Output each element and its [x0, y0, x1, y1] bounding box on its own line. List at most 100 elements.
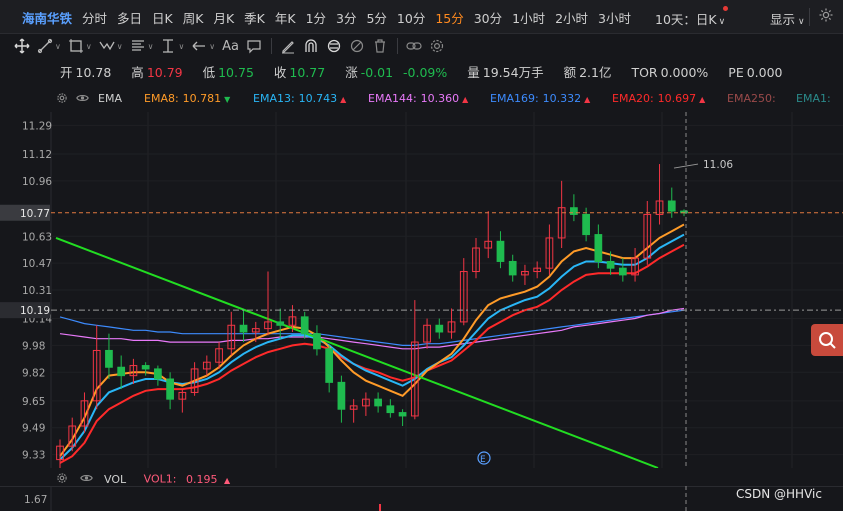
up-arrow-icon: ▲ [223, 475, 231, 485]
candle-body [141, 365, 150, 370]
candle-body [386, 405, 395, 414]
period-tab[interactable]: 30分 [469, 8, 507, 27]
sync-icon[interactable] [326, 35, 342, 57]
link-icon[interactable] [406, 35, 422, 57]
price-tick-label: 10.96 [22, 176, 52, 188]
line-tool-icon[interactable]: ∨ [37, 35, 61, 57]
fib-tool-icon[interactable]: ∨ [130, 35, 153, 57]
search-button[interactable] [811, 324, 843, 356]
ema-label: EMA169: [490, 92, 539, 105]
period-tab[interactable]: 15分 [430, 8, 468, 27]
display-menu-label: 显示 [770, 12, 796, 27]
price-tick-label: 10.47 [22, 258, 52, 270]
candle [435, 318, 444, 339]
period-tab[interactable]: 5分 [361, 8, 391, 27]
measure-tool-icon[interactable]: ∨ [160, 35, 184, 57]
candle-body [239, 324, 248, 333]
pen-icon[interactable] [280, 35, 296, 57]
period-tab[interactable]: 2小时 [550, 8, 593, 27]
period-tab[interactable]: 周K [178, 8, 209, 27]
ema-label: EMA1: [796, 92, 831, 105]
range-select[interactable]: 10天：日K ∨ [655, 9, 725, 28]
eye-icon[interactable] [76, 92, 89, 107]
settings-icon[interactable] [429, 35, 445, 57]
candle [349, 399, 358, 423]
period-tab[interactable]: 年K [270, 8, 301, 27]
eye-icon[interactable] [79, 472, 93, 487]
up-arrow-icon: ▲ [462, 95, 469, 104]
candle [667, 187, 676, 218]
gear-icon[interactable] [56, 92, 68, 107]
price-chart[interactable]: 11.2911.1210.9610.6310.4710.3110.149.989… [0, 112, 843, 468]
ema-title: EMA [98, 92, 122, 105]
price-tick-label: 9.82 [22, 367, 45, 379]
gear-icon[interactable] [817, 7, 835, 25]
price-tick-label: 10.63 [22, 231, 52, 243]
candle-body [374, 398, 382, 407]
price-tick-label: 11.29 [22, 120, 52, 132]
candle [117, 355, 126, 390]
ema-value: 10.332 [542, 92, 582, 105]
period-tab[interactable]: 日K [147, 8, 178, 27]
candle-body [117, 366, 126, 377]
chevron-down-icon: ∨ [55, 41, 61, 51]
low-label: 低 [202, 65, 216, 80]
candle-body [594, 234, 603, 262]
candle-body [606, 260, 615, 269]
candle [459, 258, 468, 326]
period-tabs: 海南华铁 分时 多日 日K 周K 月K 季K 年K 1分 3分 5分 10分 15分 30分 1小时 2小时 3… [0, 0, 636, 34]
delete-icon[interactable] [372, 35, 388, 57]
period-tab[interactable]: 月K [208, 8, 239, 27]
up-arrow-icon: ▲ [584, 95, 591, 104]
comment-tool-icon[interactable] [246, 35, 262, 57]
rect-tool-icon[interactable]: ∨ [68, 35, 92, 57]
period-tab[interactable]: 分时 [77, 8, 112, 27]
ema-legend-item: EMA20: 10.697 ▲ [612, 92, 705, 105]
volume-chart: 1.67 [0, 486, 843, 511]
period-tab[interactable]: 1分 [301, 8, 331, 27]
candle-body [570, 207, 578, 215]
period-tab[interactable]: 3分 [331, 8, 361, 27]
price-tick-label: 9.65 [22, 396, 45, 408]
period-tab[interactable]: 3小时 [593, 8, 636, 27]
ema20-line [59, 243, 685, 464]
gear-icon[interactable] [56, 472, 68, 487]
ema-value: 10.781 [182, 92, 222, 105]
vol1-value: 0.195 [185, 472, 218, 486]
candle-body [508, 260, 517, 276]
watermark: CSDN @HHVic [736, 487, 822, 501]
candle [410, 300, 419, 420]
candle [264, 271, 272, 336]
candle [362, 392, 370, 416]
candle-body [276, 321, 285, 326]
chevron-down-icon: ∨ [209, 41, 216, 51]
drawing-toolbar: ∨ ∨ ∨ ∨ ∨ ∨ Aa [0, 34, 843, 58]
move-icon[interactable] [14, 35, 30, 57]
range-select-label: 10天：日K [655, 12, 717, 27]
candle [386, 399, 395, 418]
period-tab[interactable]: 1小时 [507, 8, 550, 27]
candle-body [435, 324, 444, 333]
display-menu[interactable]: 显示 ∨ [770, 9, 805, 28]
tor-label: TOR [631, 65, 658, 80]
divider [809, 8, 810, 26]
close-value: 10.77 [289, 65, 326, 80]
top-bar: 海南华铁 分时 多日 日K 周K 月K 季K 年K 1分 3分 5分 10分 15分 30分 1小时 2小时 3… [0, 0, 843, 34]
ema-value: 10.697 [657, 92, 697, 105]
arrow-tool-icon[interactable]: ∨ [191, 35, 215, 57]
candle [398, 409, 407, 427]
period-tab[interactable]: 10分 [392, 8, 430, 27]
stock-name[interactable]: 海南华铁 [0, 8, 77, 27]
period-tab[interactable]: 多日 [112, 8, 147, 27]
candle-body [300, 316, 309, 335]
period-tab[interactable]: 季K [239, 8, 270, 27]
text-tool-icon[interactable]: Aa [222, 35, 239, 57]
chevron-down-icon: ∨ [798, 17, 805, 27]
hide-icon[interactable] [349, 35, 365, 57]
high-annotation-label: 11.06 [703, 159, 733, 171]
wave-tool-icon[interactable]: ∨ [99, 35, 123, 57]
ema-label: EMA20: [612, 92, 654, 105]
candle-body [105, 349, 113, 368]
candle-body [582, 213, 590, 236]
magnet-icon[interactable] [303, 35, 319, 57]
